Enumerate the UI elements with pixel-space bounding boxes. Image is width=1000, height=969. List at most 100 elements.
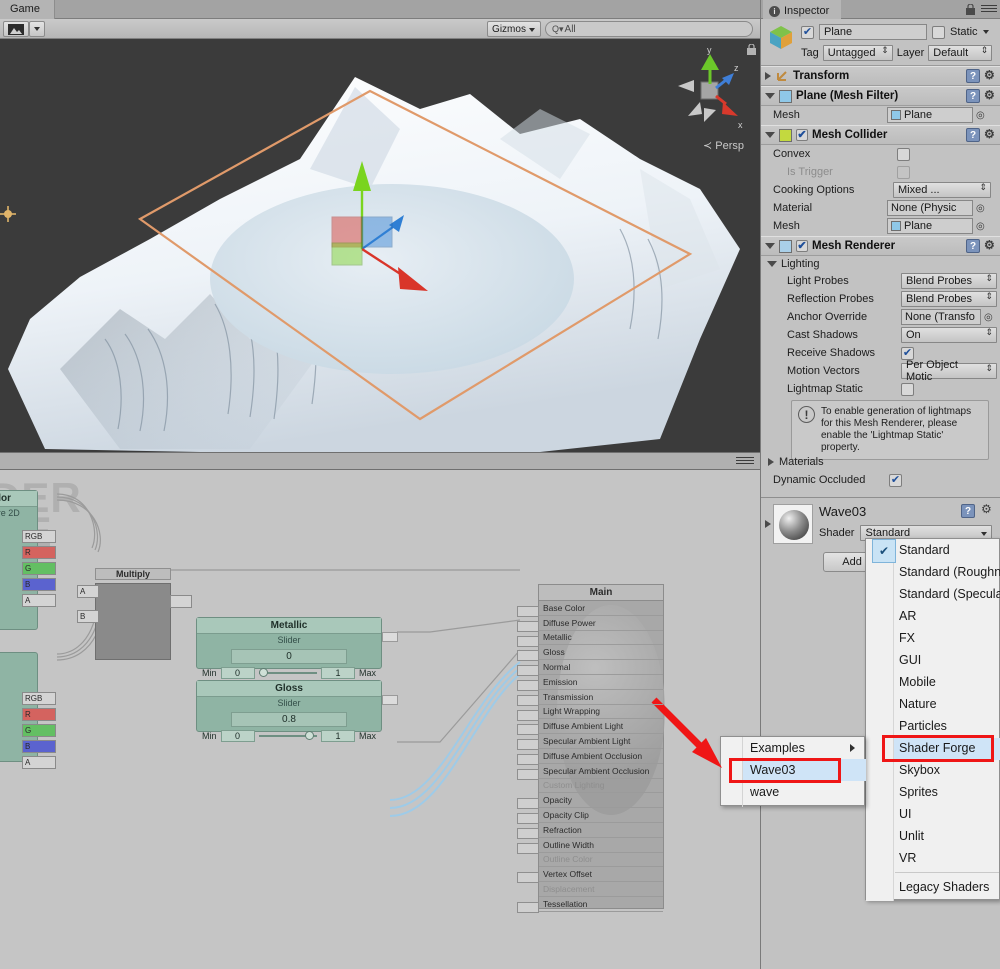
object-picker-icon[interactable]: ◎ <box>976 221 985 232</box>
gear-icon[interactable]: ⚙ <box>984 89 997 102</box>
foldout-icon[interactable] <box>765 93 775 99</box>
help-icon[interactable]: ? <box>961 504 975 518</box>
main-input-row[interactable]: Specular Ambient Occlusion <box>539 764 663 779</box>
tab-inspector[interactable]: i Inspector <box>763 0 842 19</box>
shader-menu-item[interactable]: Sprites <box>866 781 999 803</box>
game-viewport[interactable]: y z x ≺ Persp <box>0 39 760 452</box>
foldout-icon[interactable] <box>765 243 775 249</box>
renderer-dropdown[interactable]: Per Object Motic ⇕ <box>901 359 997 383</box>
foldout-icon[interactable] <box>765 132 775 138</box>
hamburger-icon[interactable] <box>736 457 754 467</box>
main-input-row[interactable]: Light Wrapping <box>539 705 663 720</box>
dynamic-occluded-checkbox[interactable]: ✔ <box>889 473 902 487</box>
shader-menu-item[interactable]: Particles <box>866 715 999 737</box>
port2-rgb[interactable]: RGB <box>22 692 56 705</box>
hamburger-icon[interactable] <box>981 5 997 12</box>
main-input-row[interactable]: Transmission <box>539 690 663 705</box>
main-input-row[interactable]: Metallic <box>539 631 663 646</box>
search-input[interactable]: Q▾ All <box>545 21 753 37</box>
main-input-row[interactable]: Base Color <box>539 601 663 616</box>
port2-r[interactable]: R <box>22 708 56 721</box>
aspect-dropdown-button[interactable] <box>29 21 45 37</box>
port2-a[interactable]: A <box>22 756 56 769</box>
shader-menu-item-legacy[interactable]: Legacy Shaders <box>866 876 999 898</box>
lock-icon[interactable] <box>747 44 756 55</box>
shader-menu-item[interactable]: Standard (Specular setup) <box>866 583 1000 605</box>
help-icon[interactable]: ? <box>966 239 980 253</box>
renderer-dropdown[interactable]: Blend Probes ⇕ <box>901 291 997 307</box>
help-icon[interactable]: ? <box>966 128 980 142</box>
static-checkbox[interactable] <box>932 25 945 39</box>
object-picker-icon[interactable]: ◎ <box>976 110 985 121</box>
main-input-row[interactable]: Gloss <box>539 645 663 661</box>
projection-label[interactable]: ≺ Persp <box>703 139 744 152</box>
main-input-port[interactable] <box>517 620 539 632</box>
node-multiply[interactable]: Multiply <box>95 568 171 660</box>
foldout-icon[interactable] <box>768 458 774 466</box>
object-picker-icon[interactable]: ◎ <box>976 203 985 214</box>
main-input-port[interactable] <box>517 709 539 721</box>
object-name-field[interactable]: Plane <box>819 24 927 40</box>
gear-icon[interactable]: ⚙ <box>984 128 997 141</box>
help-icon[interactable]: ? <box>966 69 980 83</box>
main-input-row[interactable]: Vertex Offset <box>539 867 663 883</box>
chevron-down-icon[interactable] <box>982 30 989 34</box>
image-icon[interactable] <box>3 21 29 37</box>
gizmos-button[interactable]: Gizmos <box>487 21 541 37</box>
submenu-item[interactable]: wave <box>721 781 864 803</box>
component-header-mesh-filter[interactable]: Plane (Mesh Filter) ? ⚙ <box>761 86 1000 106</box>
main-input-port[interactable] <box>517 635 539 647</box>
layer-dropdown[interactable]: Default ⇕ <box>928 45 993 61</box>
main-input-port[interactable] <box>517 798 539 810</box>
gloss-max[interactable]: 1 <box>320 730 355 742</box>
gear-icon[interactable]: ⚙ <box>984 239 997 252</box>
shader-menu-item[interactable]: VR <box>866 847 999 869</box>
main-input-row[interactable]: Tessellation <box>539 897 663 912</box>
node-color[interactable]: Color Texture 2D White map <box>0 490 38 630</box>
node-gloss[interactable]: Gloss Slider 0.8 Min 0 1 Max <box>196 680 382 742</box>
physic-material-field[interactable]: None (Physic <box>887 200 973 216</box>
gear-icon[interactable]: ⚙ <box>981 503 994 516</box>
port-b[interactable]: B <box>22 578 56 591</box>
shader-menu-item[interactable]: Mobile <box>866 671 999 693</box>
materials-foldout[interactable]: Materials <box>761 453 1000 471</box>
port2-b[interactable]: B <box>22 740 56 753</box>
shader-menu-item[interactable]: Shader Forge <box>866 737 999 759</box>
lighting-foldout[interactable]: Lighting <box>761 255 1000 273</box>
shader-menu-item[interactable]: Skybox <box>866 759 999 781</box>
multiply-output[interactable] <box>170 595 192 608</box>
main-input-row[interactable]: Diffuse Ambient Light <box>539 719 663 735</box>
main-input-port[interactable] <box>517 813 539 825</box>
main-input-port[interactable] <box>517 606 539 617</box>
foldout-icon[interactable] <box>765 72 771 80</box>
foldout-icon[interactable] <box>765 520 771 528</box>
mesh-renderer-enabled-checkbox[interactable]: ✔ <box>796 240 808 252</box>
main-input-port[interactable] <box>517 739 539 751</box>
mesh-object-field[interactable]: Plane <box>887 107 973 123</box>
component-header-mesh-collider[interactable]: ✔ Mesh Collider ? ⚙ <box>761 125 1000 145</box>
port2-g[interactable]: G <box>22 724 56 737</box>
main-input-row[interactable]: Opacity Clip <box>539 808 663 823</box>
port-r[interactable]: R <box>22 546 56 559</box>
main-input-port[interactable] <box>517 768 539 780</box>
main-input-row[interactable]: Specular Ambient Light <box>539 734 663 749</box>
main-input-port[interactable] <box>517 754 539 765</box>
main-input-row[interactable]: Outline Width <box>539 838 663 853</box>
main-input-port[interactable] <box>517 842 539 854</box>
main-input-row[interactable]: Diffuse Ambient Occlusion <box>539 749 663 764</box>
shader-forge-submenu[interactable]: Examples Wave03 wave <box>720 736 866 807</box>
main-input-port[interactable] <box>517 680 539 691</box>
metallic-value[interactable]: 0 <box>231 649 347 664</box>
multiply-input-a[interactable]: A <box>77 585 99 598</box>
main-input-port[interactable] <box>517 665 539 677</box>
scene-orientation-gizmo[interactable]: y z x ≺ Persp <box>668 44 752 154</box>
submenu-item[interactable]: Wave03 <box>721 759 864 781</box>
shader-menu-item[interactable]: Unlit <box>866 825 999 847</box>
renderer-checkbox[interactable]: ✔ <box>901 346 914 360</box>
port-a[interactable]: A <box>22 594 56 607</box>
component-header-mesh-renderer[interactable]: ✔ Mesh Renderer ? ⚙ <box>761 236 1000 256</box>
metallic-slider[interactable] <box>258 668 317 677</box>
main-input-port[interactable] <box>517 694 539 706</box>
tag-dropdown[interactable]: Untagged ⇕ <box>822 45 893 61</box>
gloss-slider[interactable] <box>258 731 317 740</box>
